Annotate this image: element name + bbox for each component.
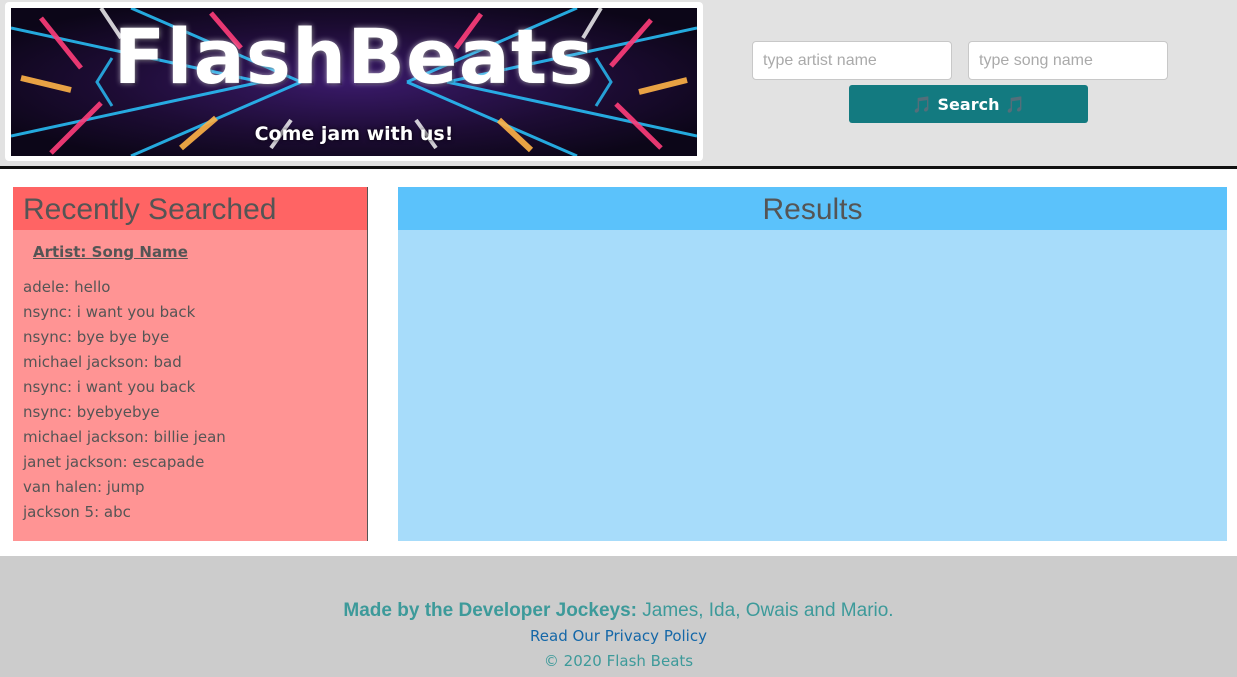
recent-search-item[interactable]: michael jackson: bad [23, 350, 367, 375]
search-button[interactable]: 🎵 Search 🎵 [849, 85, 1088, 123]
recent-search-item[interactable]: nsync: bye bye bye [23, 325, 367, 350]
recent-search-item[interactable]: nsync: byebyebye [23, 400, 367, 425]
recently-searched-panel: Recently Searched Artist: Song Name adel… [13, 187, 368, 541]
recent-search-list: adele: hello nsync: i want you back nsyn… [13, 275, 367, 525]
recent-search-item[interactable]: michael jackson: billie jean [23, 425, 367, 450]
recent-search-item[interactable]: nsync: i want you back [23, 300, 367, 325]
privacy-policy-link[interactable]: Read Our Privacy Policy [0, 627, 1237, 645]
recent-search-item[interactable]: nsync: i want you back [23, 375, 367, 400]
results-panel: Results [398, 187, 1227, 541]
results-title: Results [398, 187, 1227, 230]
recent-search-item[interactable]: adele: hello [23, 275, 367, 300]
song-search-input[interactable] [968, 41, 1168, 80]
copyright: © 2020 Flash Beats [543, 652, 694, 670]
header: FlashBeats Come jam with us! 🎵 Search 🎵 [0, 0, 1237, 169]
recent-search-item[interactable]: janet jackson: escapade [23, 450, 367, 475]
credits: Made by the Developer Jockeys: James, Id… [0, 600, 1237, 622]
artist-search-input[interactable] [752, 41, 952, 80]
recent-search-item[interactable]: jackson 5: abc [23, 500, 367, 525]
credits-names: James, Ida, Owais and Mario. [636, 600, 894, 621]
banner-tagline: Come jam with us! [254, 123, 454, 145]
banner-frame: FlashBeats Come jam with us! [5, 2, 703, 161]
recently-searched-title: Recently Searched [13, 187, 367, 230]
credits-label: Made by the Developer Jockeys: [343, 600, 637, 621]
banner-image: FlashBeats Come jam with us! [11, 8, 697, 156]
recent-search-item[interactable]: van halen: jump [23, 475, 367, 500]
footer: Made by the Developer Jockeys: James, Id… [0, 556, 1237, 677]
recently-searched-subheader: Artist: Song Name [33, 243, 188, 261]
banner-title: FlashBeats [113, 12, 595, 101]
